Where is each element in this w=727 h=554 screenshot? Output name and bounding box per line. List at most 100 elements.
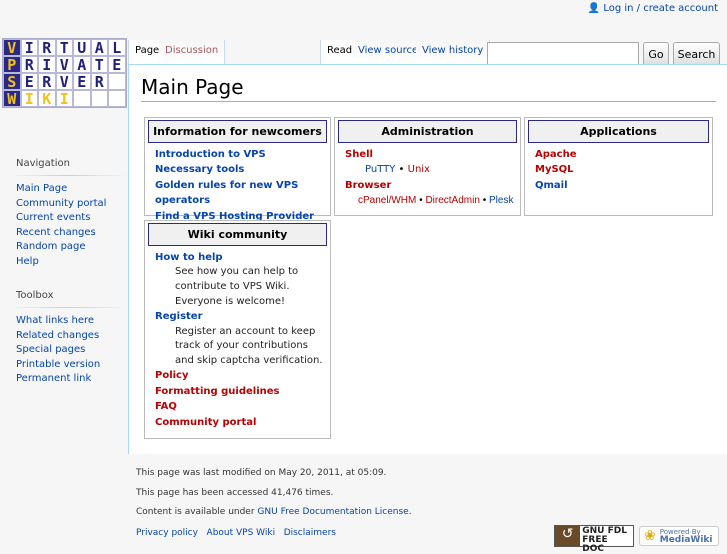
divider <box>10 175 127 176</box>
logo-letter: E <box>73 73 91 91</box>
tool-printable-version[interactable]: Printable version <box>16 359 100 370</box>
personal-tools: 👤 Log in / create account <box>588 3 718 14</box>
search-input[interactable] <box>487 42 639 66</box>
logo-letter: T <box>90 56 108 74</box>
community-heading: Wiki community <box>148 223 327 246</box>
content: Main Page Information for newcomers Intr… <box>128 64 727 454</box>
tab-view-history[interactable]: View history <box>416 40 491 65</box>
logo-letter <box>90 90 108 107</box>
logo-letter: L <box>108 39 126 57</box>
link-introduction[interactable]: Introduction to VPS <box>155 149 266 160</box>
how-to-help-desc: See how you can help to contribute to VP… <box>175 266 299 307</box>
logo-letter <box>108 90 126 107</box>
tab-view-source[interactable]: View source <box>352 40 426 65</box>
link-unix[interactable]: Unix <box>408 164 430 175</box>
logo-letter: U <box>73 39 91 57</box>
tab-discussion-label: Discussion <box>165 45 219 56</box>
logo-letter <box>108 73 126 90</box>
logo-letter: A <box>73 56 91 74</box>
logo-letter <box>73 90 91 107</box>
nav-current-events[interactable]: Current events <box>16 212 90 223</box>
link-plesk[interactable]: Plesk <box>489 195 513 206</box>
link-how-to-help[interactable]: How to help <box>155 252 223 263</box>
user-icon: 👤 <box>587 3 601 14</box>
tool-permanent-link[interactable]: Permanent link <box>16 373 91 384</box>
logo-letter: V <box>3 39 21 57</box>
link-policy[interactable]: Policy <box>155 370 189 381</box>
tab-page-label: Page <box>135 45 160 56</box>
logo-letter: I <box>55 90 73 108</box>
newcomers-box: Information for newcomers Introduction t… <box>144 117 331 222</box>
nav-community-portal[interactable]: Community portal <box>16 198 106 209</box>
tab-view-history-label: View history <box>422 45 484 56</box>
tool-what-links-here[interactable]: What links here <box>16 315 94 326</box>
logo-letter: W <box>3 90 21 108</box>
logo-letter: E <box>108 56 126 74</box>
license-prefix: Content is available under <box>136 507 258 517</box>
link-shell[interactable]: Shell <box>345 149 373 160</box>
logo-letter: T <box>55 39 73 57</box>
link-formatting[interactable]: Formatting guidelines <box>155 386 280 397</box>
newcomers-heading: Information for newcomers <box>148 120 327 143</box>
link-putty[interactable]: PuTTY <box>365 164 395 175</box>
navigation-heading: Navigation <box>16 158 70 169</box>
disclaimers-link[interactable]: Disclaimers <box>284 528 336 538</box>
link-faq[interactable]: FAQ <box>155 401 177 412</box>
sunflower-icon: ❀ <box>644 528 656 544</box>
logo[interactable]: VIRTUALPRIVATESERVERWIKI <box>2 38 127 108</box>
nav-recent-changes[interactable]: Recent changes <box>16 227 96 238</box>
login-link[interactable]: Log in / create account <box>603 3 718 14</box>
nav-help[interactable]: Help <box>16 256 39 267</box>
logo-letter: P <box>3 56 21 74</box>
link-necessary-tools[interactable]: Necessary tools <box>155 164 244 175</box>
link-cpanel[interactable]: cPanel/WHM <box>358 195 416 206</box>
separator: • <box>398 164 405 176</box>
copyleft-icon: ↺ <box>555 526 581 546</box>
logo-letter: I <box>20 90 38 108</box>
gnu-fdl-badge[interactable]: ↺ GNU FDL FREE DOC <box>554 525 634 554</box>
about-link[interactable]: About VPS Wiki <box>207 528 276 538</box>
tool-related-changes[interactable]: Related changes <box>16 330 99 341</box>
divider <box>10 307 127 308</box>
applications-box: Applications Apache MySQL Qmail <box>524 117 713 216</box>
logo-letter: R <box>20 56 38 74</box>
toolbox-portal: Toolbox What links here Related changes … <box>0 290 127 387</box>
access-count: This page has been accessed 41,476 times… <box>136 488 334 498</box>
tab-discussion[interactable]: Discussion <box>159 40 226 65</box>
logo-letter: R <box>38 39 56 57</box>
nav-main-page[interactable]: Main Page <box>16 183 67 194</box>
license-link[interactable]: GNU Free Documentation License <box>257 507 408 517</box>
link-qmail[interactable]: Qmail <box>535 180 568 191</box>
logo-letter: I <box>20 39 38 57</box>
tab-read-label: Read <box>327 45 353 56</box>
link-golden-rules[interactable]: Golden rules for new VPS operators <box>155 180 298 206</box>
footer-places: Privacy policy About VPS Wiki Disclaimer… <box>136 528 336 538</box>
logo-letter: I <box>38 56 56 74</box>
separator: • <box>419 195 423 207</box>
mediawiki-badge[interactable]: ❀ Powered By MediaWiki <box>639 526 719 546</box>
link-mysql[interactable]: MySQL <box>535 164 574 175</box>
logo-letter: E <box>20 73 38 91</box>
separator: • <box>482 195 487 207</box>
privacy-link[interactable]: Privacy policy <box>136 528 198 538</box>
logo-letter: V <box>55 73 73 91</box>
link-browser[interactable]: Browser <box>345 180 391 191</box>
link-register[interactable]: Register <box>155 311 203 322</box>
link-apache[interactable]: Apache <box>535 149 576 160</box>
logo-letter: K <box>38 90 56 108</box>
logo-letter: S <box>3 73 21 91</box>
tab-view-source-label: View source <box>358 45 419 56</box>
community-box: Wiki community How to help See how you c… <box>144 220 331 439</box>
logo-letter: A <box>90 39 108 57</box>
logo-letter: R <box>38 73 56 91</box>
nav-random-page[interactable]: Random page <box>16 241 86 252</box>
page-title: Main Page <box>141 75 716 102</box>
tool-special-pages[interactable]: Special pages <box>16 344 85 355</box>
administration-box: Administration Shell PuTTY • Unix Browse… <box>334 117 521 216</box>
license-line: Content is available under GNU Free Docu… <box>136 507 412 517</box>
toolbox-heading: Toolbox <box>16 290 54 301</box>
link-community-portal[interactable]: Community portal <box>155 417 256 428</box>
link-directadmin[interactable]: DirectAdmin <box>425 195 479 206</box>
register-desc: Register an account to keep track of you… <box>175 325 323 366</box>
administration-heading: Administration <box>338 120 517 143</box>
